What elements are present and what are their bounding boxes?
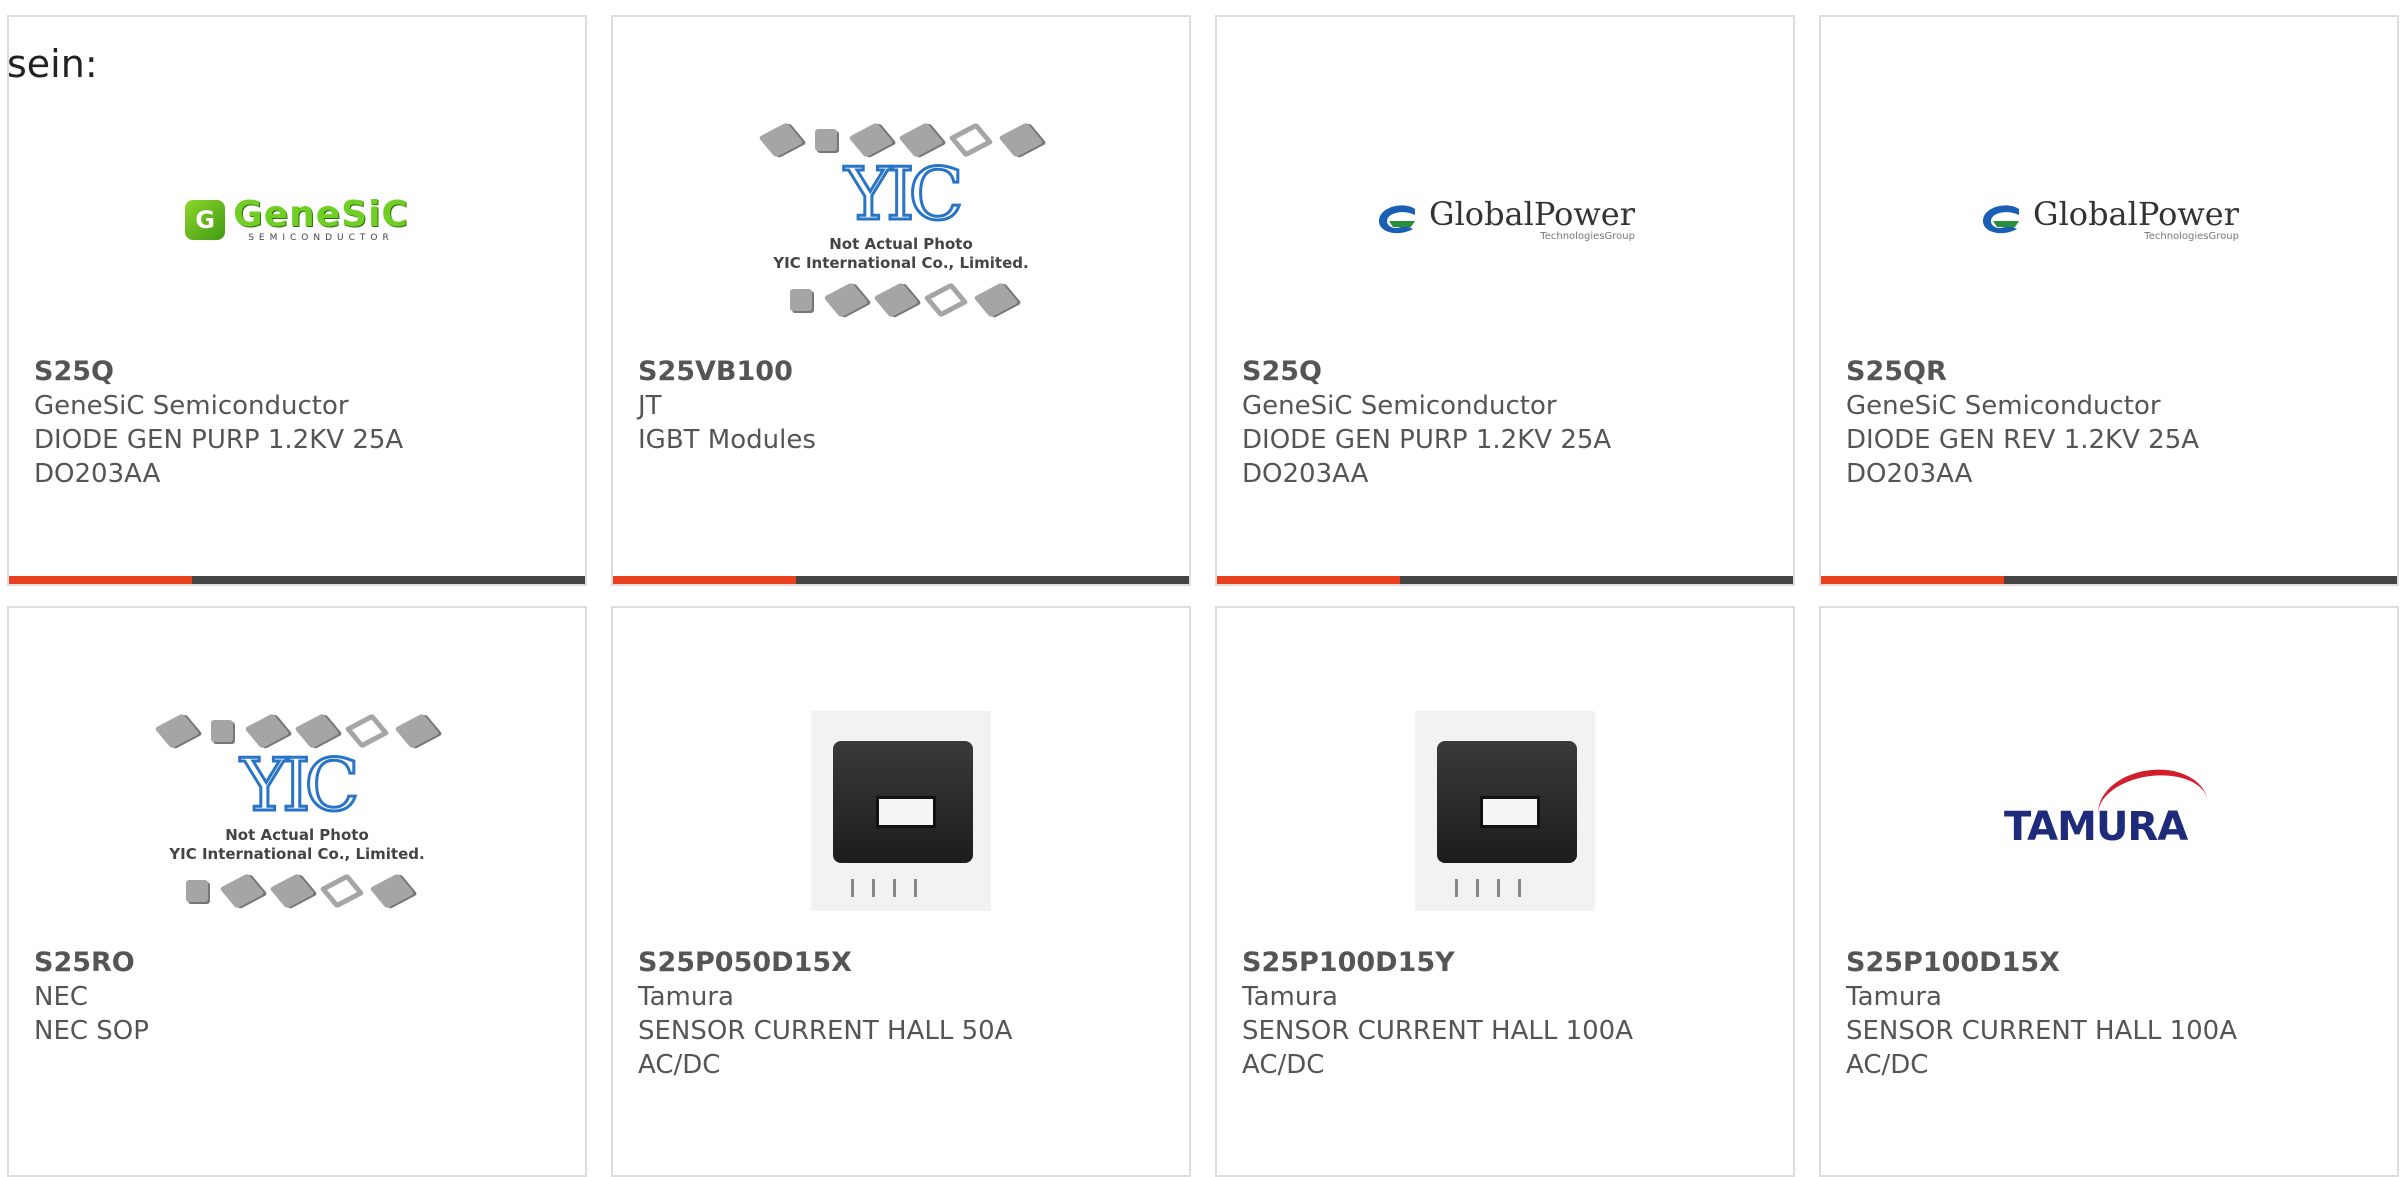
- genesic-mark-icon: G: [185, 199, 226, 240]
- yic-placeholder-image: YIC Not Actual Photo YIC International C…: [154, 712, 440, 909]
- image-caption-line-1: Not Actual Photo: [225, 825, 369, 844]
- manufacturer: GeneSiC Semiconductor: [1846, 391, 2161, 421]
- manufacturer: Tamura: [1846, 982, 1942, 1012]
- product-card[interactable]: GlobalPower TechnologiesGroup S25QR Gene…: [1819, 15, 2399, 586]
- manufacturer: GeneSiC Semiconductor: [1242, 391, 1557, 421]
- product-card[interactable]: TAMURA S25P100D15X Tamura SENSOR CURRENT…: [1819, 606, 2399, 1177]
- product-info: S25P050D15X Tamura SENSOR CURRENT HALL 5…: [638, 946, 1169, 1082]
- chip-icons-top: [758, 121, 1044, 158]
- product-card[interactable]: YIC Not Actual Photo YIC International C…: [7, 606, 587, 1177]
- manufacturer: Tamura: [638, 982, 734, 1012]
- chip-icons-bottom: [186, 872, 415, 909]
- intro-text: sein:: [7, 42, 98, 86]
- description: DIODE GEN PURP 1.2KV 25A: [34, 425, 404, 455]
- manufacturer: Tamura: [1242, 982, 1338, 1012]
- globalpower-logo: GlobalPower TechnologiesGroup: [1375, 197, 1635, 242]
- chip-icons-top: [154, 712, 440, 749]
- product-image: TAMURA: [1821, 668, 2397, 953]
- package: DO203AA: [1242, 459, 1369, 489]
- product-info: S25QR GeneSiC Semiconductor DIODE GEN RE…: [1846, 355, 2377, 491]
- manufacturer: GeneSiC Semiconductor: [34, 391, 349, 421]
- card-bottom-bar: [9, 576, 585, 584]
- product-info: S25VB100 JT IGBT Modules: [638, 355, 1169, 457]
- part-number[interactable]: S25P050D15X: [638, 946, 1169, 980]
- yic-logo: YIC: [239, 742, 361, 827]
- logo-wordmark: GlobalPower: [2033, 195, 2239, 233]
- package: DO203AA: [1846, 459, 1973, 489]
- yic-placeholder-image: YIC Not Actual Photo YIC International C…: [758, 121, 1044, 318]
- description: IGBT Modules: [638, 425, 816, 455]
- product-image: YIC Not Actual Photo YIC International C…: [9, 668, 585, 953]
- product-image: GlobalPower TechnologiesGroup: [1821, 77, 2397, 362]
- product-image: [613, 668, 1189, 953]
- description: SENSOR CURRENT HALL 100A: [1242, 1016, 1634, 1046]
- card-accent: [613, 576, 796, 584]
- description: SENSOR CURRENT HALL 50A: [638, 1016, 1013, 1046]
- product-info: S25Q GeneSiC Semiconductor DIODE GEN PUR…: [1242, 355, 1773, 491]
- product-info: S25P100D15Y Tamura SENSOR CURRENT HALL 1…: [1242, 946, 1773, 1082]
- genesic-logo: G GeneSiC SEMICONDUCTOR: [185, 193, 409, 243]
- part-number[interactable]: S25Q: [34, 355, 565, 389]
- description: NEC SOP: [34, 1016, 149, 1046]
- product-image: G GeneSiC SEMICONDUCTOR: [9, 77, 585, 362]
- product-card[interactable]: YIC Not Actual Photo YIC International C…: [611, 15, 1191, 586]
- product-grid: G GeneSiC SEMICONDUCTOR S25Q GeneSiC Sem…: [7, 15, 2399, 1177]
- manufacturer: NEC: [34, 982, 89, 1012]
- card-accent: [1217, 576, 1400, 584]
- image-caption-line-2: YIC International Co., Limited.: [773, 253, 1029, 272]
- globalpower-mark-icon: [1983, 204, 2019, 233]
- card-bottom-bar: [1217, 576, 1793, 584]
- part-number[interactable]: S25VB100: [638, 355, 1169, 389]
- yic-logo: YIC: [843, 151, 965, 236]
- product-card[interactable]: S25P100D15Y Tamura SENSOR CURRENT HALL 1…: [1215, 606, 1795, 1177]
- part-number[interactable]: S25P100D15Y: [1242, 946, 1773, 980]
- part-number[interactable]: S25Q: [1242, 355, 1773, 389]
- current-sensor-photo: [811, 710, 991, 911]
- logo-subtitle: TechnologiesGroup: [1540, 231, 1635, 242]
- manufacturer: JT: [638, 391, 662, 421]
- card-bottom-bar: [1821, 576, 2397, 584]
- package: AC/DC: [1846, 1050, 1929, 1080]
- description: SENSOR CURRENT HALL 100A: [1846, 1016, 2238, 1046]
- part-number[interactable]: S25QR: [1846, 355, 2377, 389]
- logo-wordmark: GlobalPower: [1429, 195, 1635, 233]
- product-info: S25P100D15X Tamura SENSOR CURRENT HALL 1…: [1846, 946, 2377, 1082]
- product-info: S25Q GeneSiC Semiconductor DIODE GEN PUR…: [34, 355, 565, 491]
- globalpower-logo: GlobalPower TechnologiesGroup: [1979, 197, 2239, 242]
- globalpower-mark-icon: [1379, 204, 1415, 233]
- product-card[interactable]: S25P050D15X Tamura SENSOR CURRENT HALL 5…: [611, 606, 1191, 1177]
- description: DIODE GEN PURP 1.2KV 25A: [1242, 425, 1612, 455]
- product-image: GlobalPower TechnologiesGroup: [1217, 77, 1793, 362]
- image-caption-line-2: YIC International Co., Limited.: [169, 844, 425, 863]
- package: AC/DC: [638, 1050, 721, 1080]
- card-accent: [9, 576, 192, 584]
- logo-wordmark: GeneSiC: [233, 193, 409, 235]
- product-info: S25RO NEC NEC SOP: [34, 946, 565, 1048]
- current-sensor-photo: [1415, 710, 1595, 911]
- package: AC/DC: [1242, 1050, 1325, 1080]
- tamura-logo: TAMURA: [2004, 762, 2214, 856]
- logo-subtitle: SEMICONDUCTOR: [248, 232, 394, 243]
- logo-subtitle: TechnologiesGroup: [2144, 231, 2239, 242]
- product-image: YIC Not Actual Photo YIC International C…: [613, 77, 1189, 362]
- logo-wordmark: TAMURA: [2004, 803, 2188, 850]
- card-accent: [1821, 576, 2004, 584]
- product-card[interactable]: GlobalPower TechnologiesGroup S25Q GeneS…: [1215, 15, 1795, 586]
- chip-icons-bottom: [790, 281, 1019, 318]
- card-bottom-bar: [613, 576, 1189, 584]
- product-card[interactable]: G GeneSiC SEMICONDUCTOR S25Q GeneSiC Sem…: [7, 15, 587, 586]
- package: DO203AA: [34, 459, 161, 489]
- product-image: [1217, 668, 1793, 953]
- image-caption-line-1: Not Actual Photo: [829, 234, 973, 253]
- part-number[interactable]: S25P100D15X: [1846, 946, 2377, 980]
- description: DIODE GEN REV 1.2KV 25A: [1846, 425, 2200, 455]
- part-number[interactable]: S25RO: [34, 946, 565, 980]
